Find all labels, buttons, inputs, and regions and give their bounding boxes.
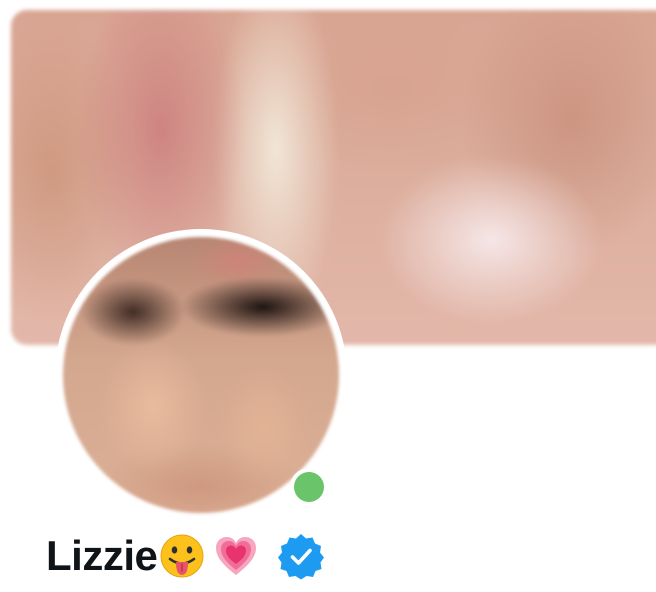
display-name: Lizzie: [46, 532, 158, 579]
verified-badge-icon[interactable]: [277, 532, 325, 580]
avatar[interactable]: [63, 237, 339, 513]
profile-name-row: Lizzie: [46, 526, 325, 586]
online-status-icon: [294, 472, 324, 502]
growing-heart-icon: [216, 537, 257, 575]
face-with-tongue-icon: [160, 534, 204, 578]
profile-header: Lizzie: [0, 0, 656, 592]
